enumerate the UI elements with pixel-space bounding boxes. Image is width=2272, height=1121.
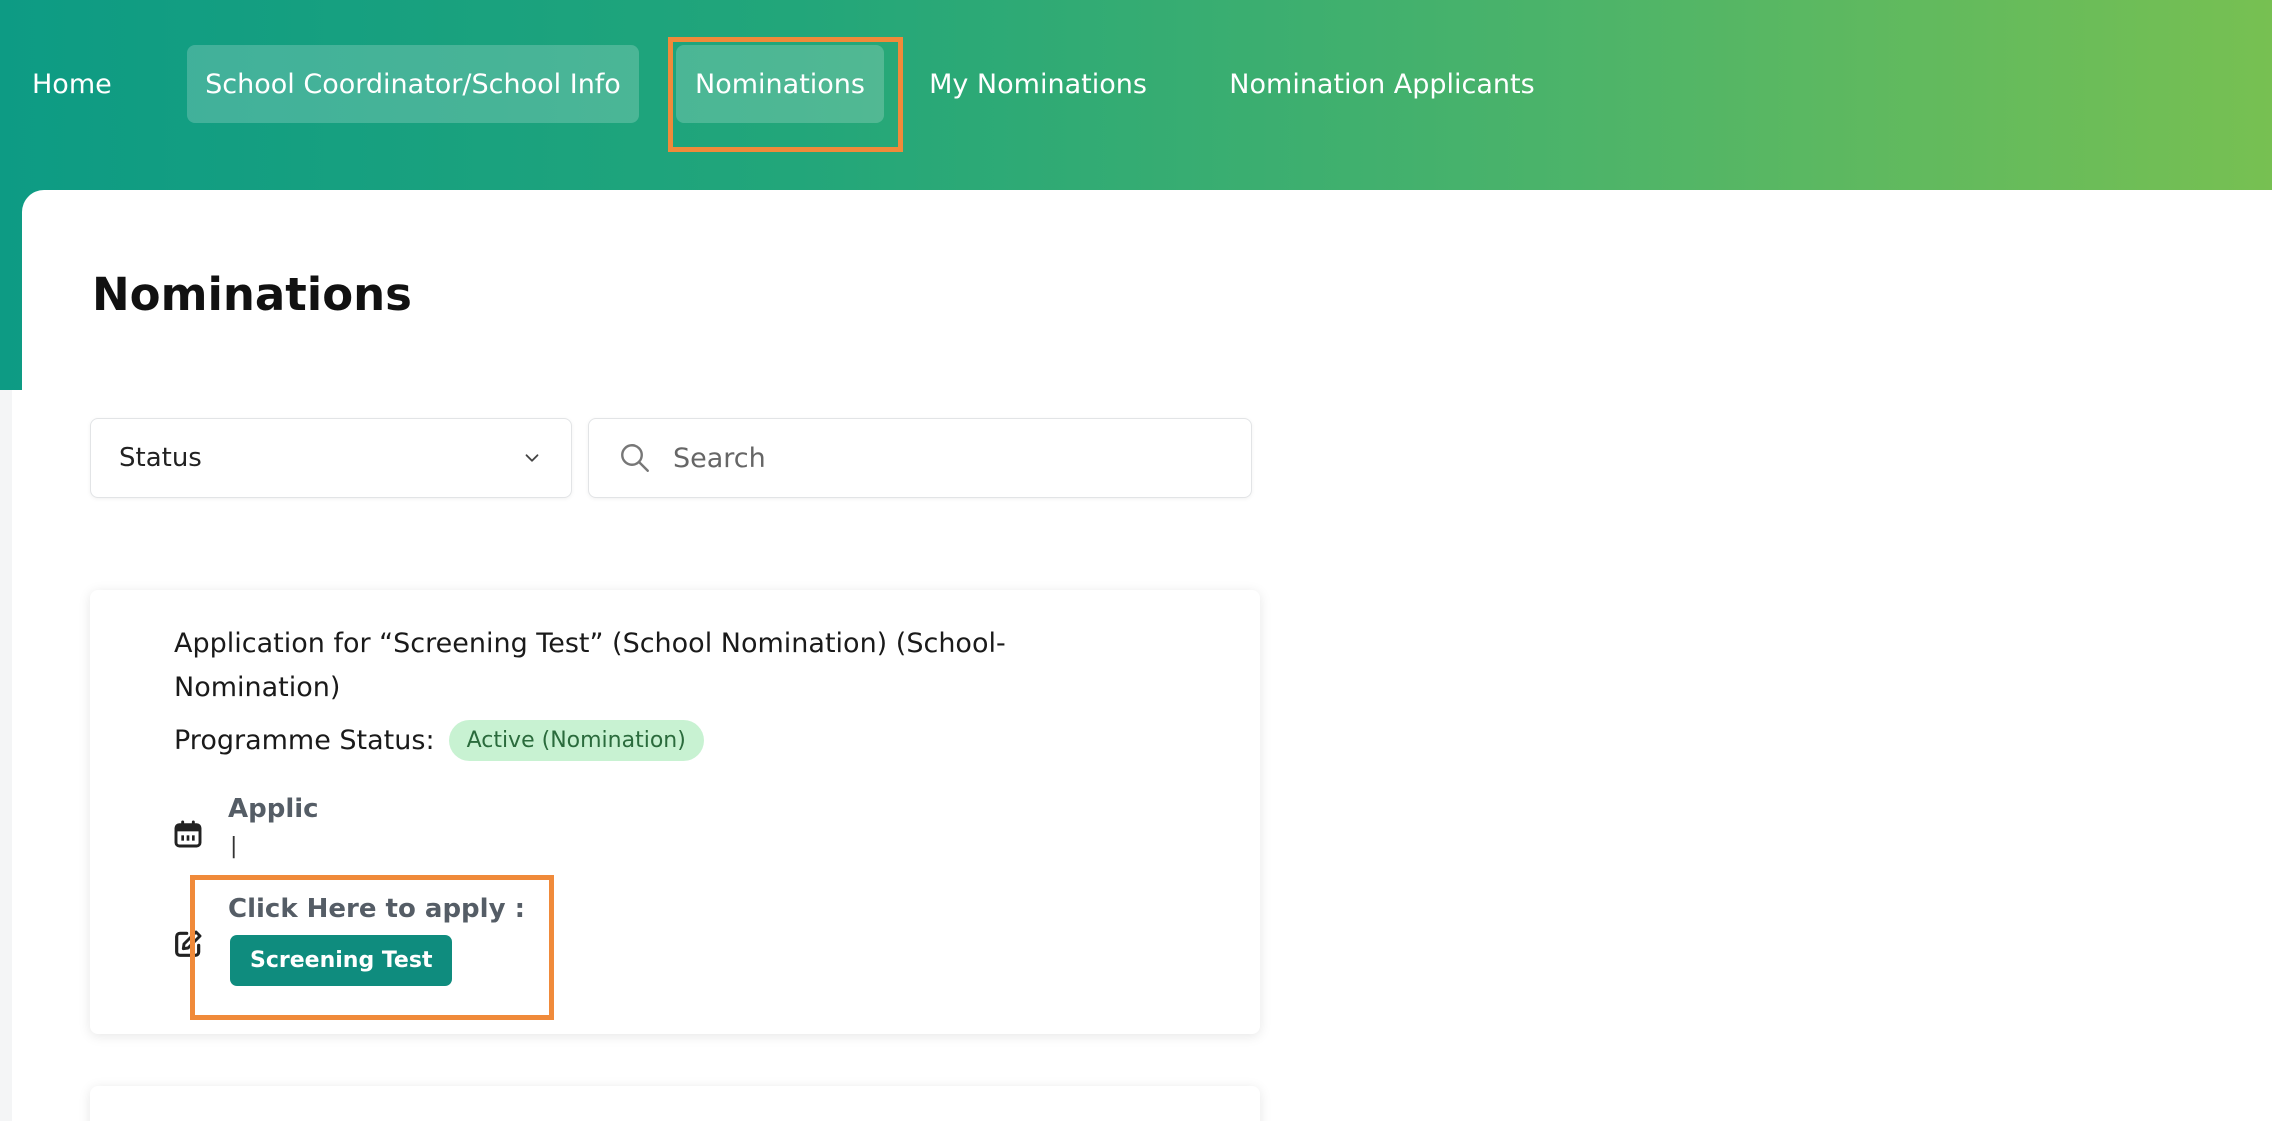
page-title: Nominations [92, 268, 412, 321]
applic-value: | [230, 834, 238, 859]
edit-icon [175, 930, 202, 957]
left-gutter [0, 390, 12, 1121]
nomination-card-next [90, 1086, 1260, 1121]
search-input[interactable] [671, 441, 1195, 475]
nav-my-nominations[interactable]: My Nominations [905, 45, 1171, 123]
status-badge: Active (Nomination) [448, 720, 704, 761]
programme-status-row: Programme Status: Active (Nomination) [174, 720, 704, 761]
chevron-down-icon [525, 454, 539, 462]
programme-status-label: Programme Status: [174, 725, 435, 756]
search-box[interactable] [588, 418, 1252, 498]
nav-home[interactable]: Home [32, 45, 142, 123]
screening-test-button[interactable]: Screening Test [230, 935, 453, 986]
calendar-icon [174, 820, 202, 848]
nomination-card: Application for “Screening Test” (School… [90, 590, 1260, 1034]
status-dropdown[interactable]: Status [90, 418, 572, 498]
nav-nomination-applicants[interactable]: Nomination Applicants [1222, 45, 1542, 123]
apply-label: Click Here to apply : [228, 894, 525, 924]
search-icon [621, 444, 649, 472]
nav-school-coordinator[interactable]: School Coordinator/School Info [187, 45, 639, 123]
status-dropdown-label: Status [119, 443, 202, 473]
card-title: Application for “Screening Test” (School… [174, 628, 1006, 703]
nav-nominations[interactable]: Nominations [676, 45, 884, 123]
applic-label: Applic [228, 794, 319, 824]
